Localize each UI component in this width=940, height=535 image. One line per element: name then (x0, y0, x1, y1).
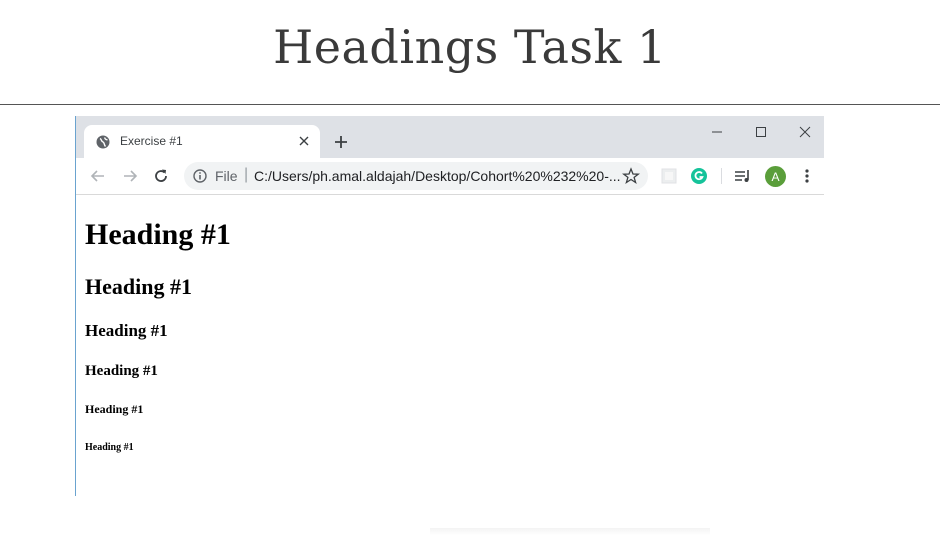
title-divider (0, 104, 940, 105)
address-bar[interactable]: File | C:/Users/ph.amal.aldajah/Desktop/… (184, 162, 648, 190)
info-icon[interactable] (193, 169, 207, 183)
url-text[interactable]: C:/Users/ph.amal.aldajah/Desktop/Cohort%… (254, 168, 621, 184)
forward-arrow-icon[interactable] (121, 167, 139, 185)
extension-icon[interactable] (660, 167, 678, 185)
globe-icon (96, 135, 110, 149)
back-arrow-icon[interactable] (89, 167, 107, 185)
grammarly-icon[interactable] (690, 167, 708, 185)
bookmark-star-icon[interactable] (621, 167, 641, 185)
heading-h3: Heading #1 (85, 321, 168, 340)
heading-h4: Heading #1 (85, 363, 158, 379)
bottom-shadow (430, 528, 710, 535)
tab-title: Exercise #1 (120, 134, 183, 148)
url-scheme: File (215, 168, 238, 184)
url-separator: | (244, 166, 249, 183)
close-window-icon[interactable] (796, 125, 814, 139)
heading-h5: Heading #1 (85, 402, 144, 416)
page-title: Headings Task 1 (273, 20, 667, 74)
tab-strip: Exercise #1 (76, 116, 824, 158)
menu-dots-icon[interactable] (798, 167, 816, 185)
new-tab-button[interactable] (332, 133, 350, 151)
heading-h2: Heading #1 (85, 274, 192, 299)
reload-icon[interactable] (152, 167, 170, 185)
toolbar-divider (721, 168, 722, 184)
heading-h6: Heading #1 (85, 442, 134, 453)
minimize-icon[interactable] (708, 125, 726, 139)
close-tab-icon[interactable] (296, 133, 312, 149)
avatar[interactable]: A (765, 166, 786, 187)
heading-h1: Heading #1 (85, 218, 231, 251)
maximize-icon[interactable] (752, 125, 770, 139)
browser-toolbar: File | C:/Users/ph.amal.aldajah/Desktop/… (76, 158, 824, 195)
media-queue-icon[interactable] (734, 167, 752, 185)
browser-window: Exercise #1 File | C:/Users/ph.amal.alda… (75, 116, 824, 496)
tab-exercise[interactable]: Exercise #1 (84, 125, 320, 158)
